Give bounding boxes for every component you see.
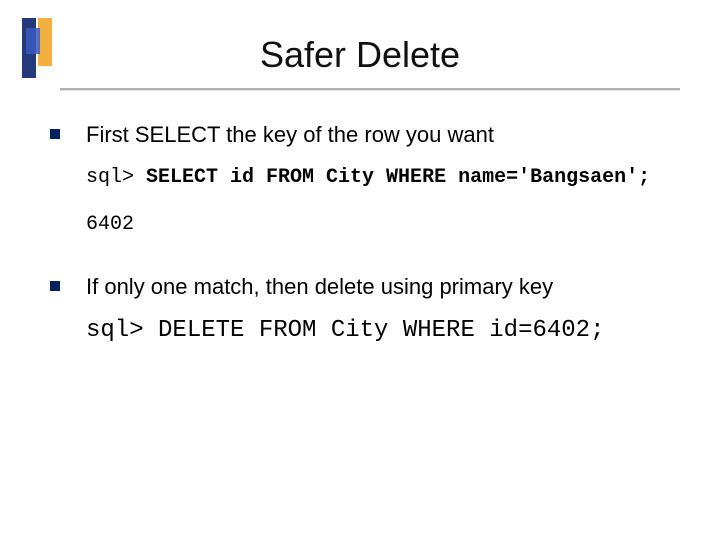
bullet-square-icon (50, 129, 60, 139)
code-prompt: sql> (86, 317, 144, 344)
code-statement: DELETE FROM City WHERE id=6402; (144, 317, 605, 344)
code-line: sql> DELETE FROM City WHERE id=6402; (86, 315, 690, 347)
title-area: Safer Delete (0, 34, 720, 76)
slide: Safer Delete First SELECT the key of the… (0, 0, 720, 540)
code-statement: SELECT id FROM City WHERE name='Bangsaen… (134, 166, 650, 189)
bullet-square-icon (50, 281, 60, 291)
slide-title: Safer Delete (0, 34, 720, 76)
bullet-text: First SELECT the key of the row you want (86, 120, 690, 150)
slide-body: First SELECT the key of the row you want… (50, 120, 690, 362)
bullet-item: If only one match, then delete using pri… (50, 272, 690, 302)
code-result: 6402 (86, 211, 690, 238)
bullet-text: If only one match, then delete using pri… (86, 272, 690, 302)
code-line: sql> SELECT id FROM City WHERE name='Ban… (86, 164, 690, 191)
title-underline (60, 88, 680, 90)
bullet-item: First SELECT the key of the row you want (50, 120, 690, 150)
code-prompt: sql> (86, 166, 134, 189)
